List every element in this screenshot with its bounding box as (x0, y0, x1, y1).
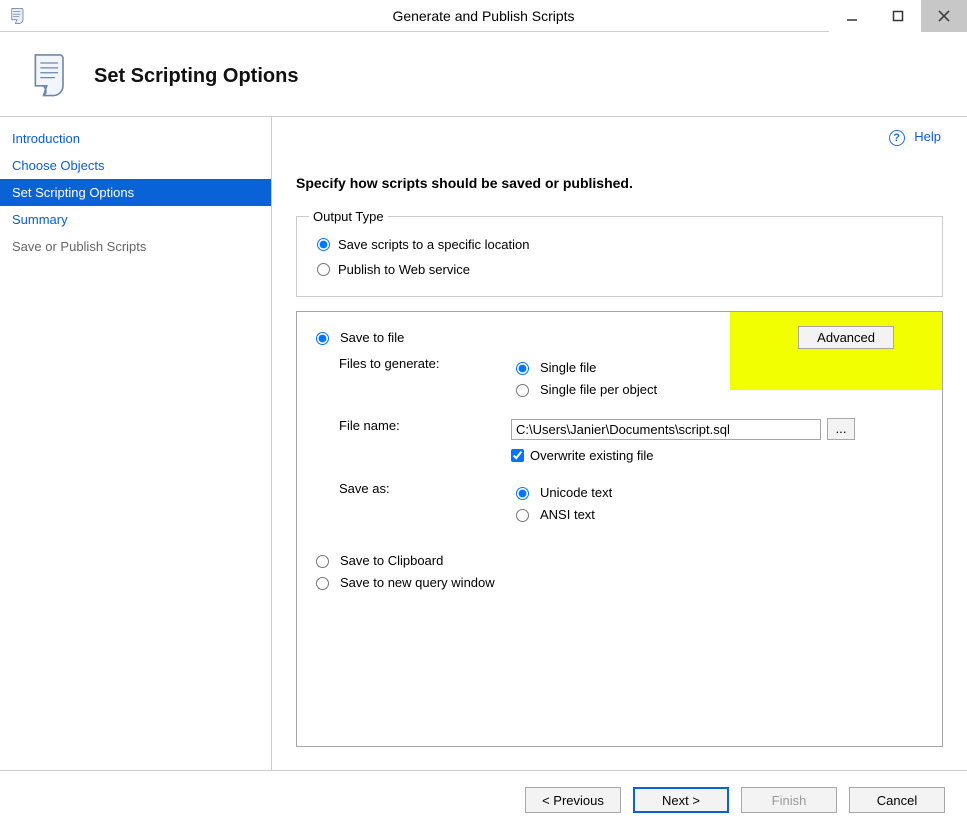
radio-save-to-clipboard-input[interactable] (316, 555, 329, 568)
page-header: Set Scripting Options (0, 32, 967, 117)
save-options-panel: Advanced Save to file Files to generate:… (296, 311, 943, 747)
titlebar: Generate and Publish Scripts (0, 0, 967, 32)
radio-save-to-clipboard-label: Save to Clipboard (340, 553, 443, 568)
radio-publish-web[interactable]: Publish to Web service (309, 257, 930, 282)
radio-save-to-new-query-input[interactable] (316, 577, 329, 590)
window-buttons (829, 0, 967, 32)
overwrite-checkbox-row[interactable]: Overwrite existing file (511, 448, 928, 463)
minimize-button[interactable] (829, 0, 875, 32)
page-title: Set Scripting Options (94, 65, 298, 88)
close-icon (938, 10, 950, 22)
maximize-icon (892, 10, 904, 22)
radio-save-to-file-label: Save to file (340, 330, 404, 345)
radio-save-location-input[interactable] (317, 238, 330, 251)
step-choose-objects[interactable]: Choose Objects (0, 152, 271, 179)
radio-save-location-label: Save scripts to a specific location (338, 237, 529, 252)
minimize-icon (846, 10, 858, 22)
file-name-input[interactable] (511, 419, 821, 440)
radio-ansi-input[interactable] (516, 509, 529, 522)
radio-ansi-label: ANSI text (540, 507, 595, 522)
step-save-or-publish: Save or Publish Scripts (0, 233, 271, 260)
file-name-label: File name: (339, 418, 511, 433)
wizard-body: Introduction Choose Objects Set Scriptin… (0, 117, 967, 828)
finish-button[interactable]: Finish (741, 787, 837, 813)
save-as-label: Save as: (339, 481, 511, 496)
radio-save-location[interactable]: Save scripts to a specific location (309, 232, 930, 257)
app-icon (8, 6, 28, 26)
step-introduction[interactable]: Introduction (0, 125, 271, 152)
help-bar: ? Help (889, 129, 941, 146)
window-title: Generate and Publish Scripts (0, 8, 967, 24)
output-type-group: Output Type Save scripts to a specific l… (296, 209, 943, 297)
radio-save-to-new-query[interactable]: Save to new query window (311, 571, 928, 593)
radio-publish-web-input[interactable] (317, 263, 330, 276)
radio-unicode-input[interactable] (516, 487, 529, 500)
maximize-button[interactable] (875, 0, 921, 32)
help-icon: ? (889, 130, 905, 146)
section-heading: Specify how scripts should be saved or p… (296, 175, 943, 191)
step-summary[interactable]: Summary (0, 206, 271, 233)
overwrite-checkbox[interactable] (511, 449, 524, 462)
radio-single-file-per-object-label: Single file per object (540, 382, 657, 397)
close-button[interactable] (921, 0, 967, 32)
radio-save-to-clipboard[interactable]: Save to Clipboard (311, 549, 928, 571)
radio-unicode-label: Unicode text (540, 485, 612, 500)
radio-single-file-input[interactable] (516, 362, 529, 375)
next-button[interactable]: Next > (633, 787, 729, 813)
radio-unicode[interactable]: Unicode text (511, 481, 928, 503)
radio-single-file-label: Single file (540, 360, 596, 375)
radio-single-file-per-object-input[interactable] (516, 384, 529, 397)
radio-publish-web-label: Publish to Web service (338, 262, 470, 277)
radio-ansi[interactable]: ANSI text (511, 503, 928, 525)
radio-save-to-file-input[interactable] (316, 332, 329, 345)
wizard-steps: Introduction Choose Objects Set Scriptin… (0, 117, 272, 828)
files-to-generate-label: Files to generate: (339, 356, 511, 371)
wizard-main: ? Help Specify how scripts should be sav… (272, 117, 967, 828)
cancel-button[interactable]: Cancel (849, 787, 945, 813)
advanced-highlight (730, 312, 942, 390)
scroll-icon (24, 50, 76, 102)
previous-button[interactable]: < Previous (525, 787, 621, 813)
overwrite-label: Overwrite existing file (530, 448, 654, 463)
wizard-footer: < Previous Next > Finish Cancel (0, 770, 967, 829)
radio-save-to-new-query-label: Save to new query window (340, 575, 495, 590)
advanced-button[interactable]: Advanced (798, 326, 894, 349)
output-type-legend: Output Type (309, 209, 388, 224)
browse-button[interactable]: ... (827, 418, 855, 440)
help-link[interactable]: Help (914, 129, 941, 144)
step-set-scripting-options[interactable]: Set Scripting Options (0, 179, 271, 206)
